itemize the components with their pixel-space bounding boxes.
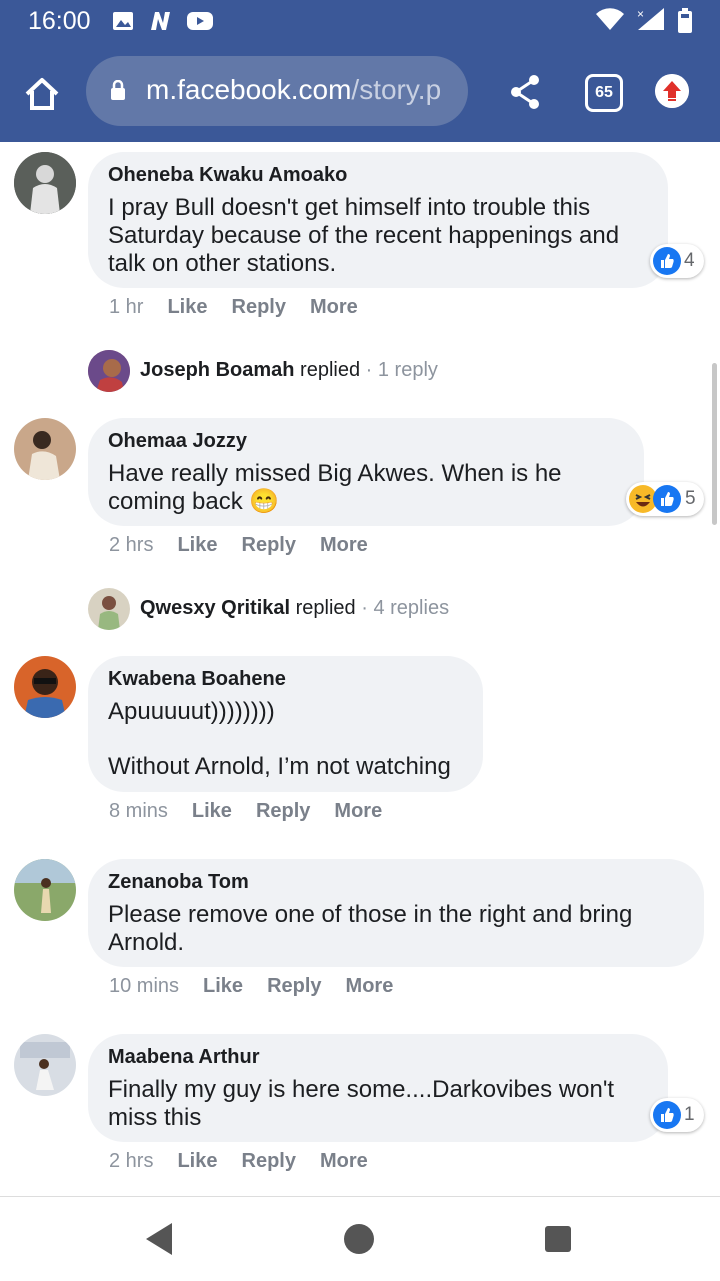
person-avatar-icon [88, 350, 130, 392]
more-button[interactable]: More [334, 800, 382, 822]
like-button[interactable]: Like [167, 296, 207, 318]
avatar[interactable] [14, 152, 76, 214]
comment-author[interactable]: Maabena Arthur [108, 1046, 260, 1069]
avatar[interactable] [14, 1034, 76, 1096]
reply-count[interactable]: · 4 replies [361, 597, 449, 619]
comment-author[interactable]: Zenanoba Tom [108, 871, 249, 894]
url-bar: m.facebook.com/story.p 65 [0, 42, 720, 142]
comment-text: I pray Bull doesn't get himself into tro… [108, 194, 620, 277]
comment-author[interactable]: Kwabena Boahene [108, 668, 286, 691]
gallery-icon [113, 12, 133, 30]
more-button[interactable]: More [310, 296, 358, 318]
scrollbar[interactable] [712, 363, 717, 525]
view-replies[interactable]: Joseph Boamah replied · 1 reply [140, 359, 438, 382]
comment-bubble[interactable]: Ohemaa Jozzy Have really missed Big Akwe… [88, 418, 644, 526]
like-reaction-icon [653, 1101, 681, 1129]
comment-author[interactable]: Ohemaa Jozzy [108, 430, 247, 453]
back-icon[interactable] [146, 1223, 172, 1255]
person-avatar-icon [14, 656, 76, 718]
avatar[interactable] [14, 859, 76, 921]
comment-text-line: Without Arnold, I’m not watching [108, 753, 451, 780]
reply-button[interactable]: Reply [267, 975, 321, 997]
recents-icon[interactable] [545, 1226, 571, 1252]
reply-button[interactable]: Reply [242, 534, 296, 556]
home-circle-icon[interactable] [344, 1224, 374, 1254]
n-notification-icon [151, 12, 170, 30]
reaction-count-number: 1 [684, 1104, 695, 1125]
comment-bubble[interactable]: Zenanoba Tom Please remove one of those … [88, 859, 704, 967]
tab-count-button[interactable]: 65 [585, 74, 623, 112]
reaction-count[interactable]: 1 [650, 1098, 704, 1132]
browser-header: 16:00 × m.facebook.com/story.p 65 [0, 0, 720, 142]
comment-actions: 2 hrs Like Reply More [109, 1150, 392, 1173]
person-avatar-icon [14, 859, 76, 921]
reply-author[interactable]: Qwesxy Qritikal [140, 597, 290, 619]
reply-button[interactable]: Reply [256, 800, 310, 822]
like-button[interactable]: Like [203, 975, 243, 997]
like-button[interactable]: Like [192, 800, 232, 822]
comment-actions: 2 hrs Like Reply More [109, 534, 392, 557]
comment-time: 10 mins [109, 975, 180, 997]
status-time: 16:00 [28, 7, 91, 35]
avatar[interactable] [14, 418, 76, 480]
android-nav-bar [0, 1196, 720, 1281]
reply-verb: replied [295, 597, 356, 619]
comment-bubble[interactable]: Maabena Arthur Finally my guy is here so… [88, 1034, 668, 1142]
like-button[interactable]: Like [177, 1150, 217, 1172]
reaction-count-number: 4 [684, 250, 695, 271]
avatar[interactable] [14, 656, 76, 718]
person-avatar-icon [14, 152, 76, 214]
lock-icon [111, 80, 125, 100]
more-button[interactable]: More [346, 975, 394, 997]
comment-author[interactable]: Oheneba Kwaku Amoako [108, 164, 347, 187]
reply-author[interactable]: Joseph Boamah [140, 359, 294, 381]
reply-button[interactable]: Reply [242, 1150, 296, 1172]
reply-avatar[interactable] [88, 588, 130, 630]
reaction-count-number: 5 [685, 488, 696, 509]
comment-text: Finally my guy is here some....Darkovibe… [108, 1076, 615, 1131]
reaction-count[interactable]: 5 [626, 482, 704, 516]
url-text: m.facebook.com/story.p [146, 74, 456, 106]
comment-actions: 10 mins Like Reply More [109, 975, 417, 998]
reaction-count[interactable]: 4 [650, 244, 704, 278]
person-avatar-icon [88, 588, 130, 630]
view-replies[interactable]: Qwesxy Qritikal replied · 4 replies [140, 597, 449, 620]
battery-icon [678, 8, 692, 33]
comment-time: 2 hrs [109, 1150, 154, 1172]
reply-verb: replied [300, 359, 361, 381]
share-icon[interactable] [508, 72, 542, 112]
reply-button[interactable]: Reply [232, 296, 286, 318]
comment-text-line: Apuuuuut)))))))) [108, 698, 275, 725]
reply-avatar[interactable] [88, 350, 130, 392]
more-button[interactable]: More [320, 534, 368, 556]
upload-icon[interactable] [655, 74, 689, 108]
svg-text:×: × [637, 7, 644, 21]
home-icon[interactable] [22, 74, 62, 114]
like-reaction-icon [653, 247, 681, 275]
person-avatar-icon [14, 1034, 76, 1096]
url-path: /story.p [351, 74, 442, 105]
signal-icon: × [637, 7, 664, 30]
youtube-icon [187, 12, 213, 30]
comment-text: Please remove one of those in the right … [108, 901, 633, 956]
status-bar: 16:00 × [0, 0, 720, 42]
like-reaction-icon [653, 485, 681, 513]
like-button[interactable]: Like [177, 534, 217, 556]
comment-actions: 1 hr Like Reply More [109, 296, 382, 319]
wifi-icon [596, 8, 624, 30]
reply-count[interactable]: · 1 reply [366, 359, 438, 381]
url-domain: m.facebook.com [146, 74, 352, 105]
comment-time: 8 mins [109, 800, 168, 822]
comment-bubble[interactable]: Kwabena Boahene Apuuuuut)))))))) Without… [88, 656, 483, 792]
more-button[interactable]: More [320, 1150, 368, 1172]
person-avatar-icon [14, 418, 76, 480]
comment-bubble[interactable]: Oheneba Kwaku Amoako I pray Bull doesn't… [88, 152, 668, 288]
address-field[interactable]: m.facebook.com/story.p [86, 56, 468, 126]
comment-actions: 8 mins Like Reply More [109, 800, 406, 823]
comment-time: 1 hr [109, 296, 144, 318]
comment-text: Have really missed Big Akwes. When is he… [108, 460, 562, 515]
comment-time: 2 hrs [109, 534, 154, 556]
